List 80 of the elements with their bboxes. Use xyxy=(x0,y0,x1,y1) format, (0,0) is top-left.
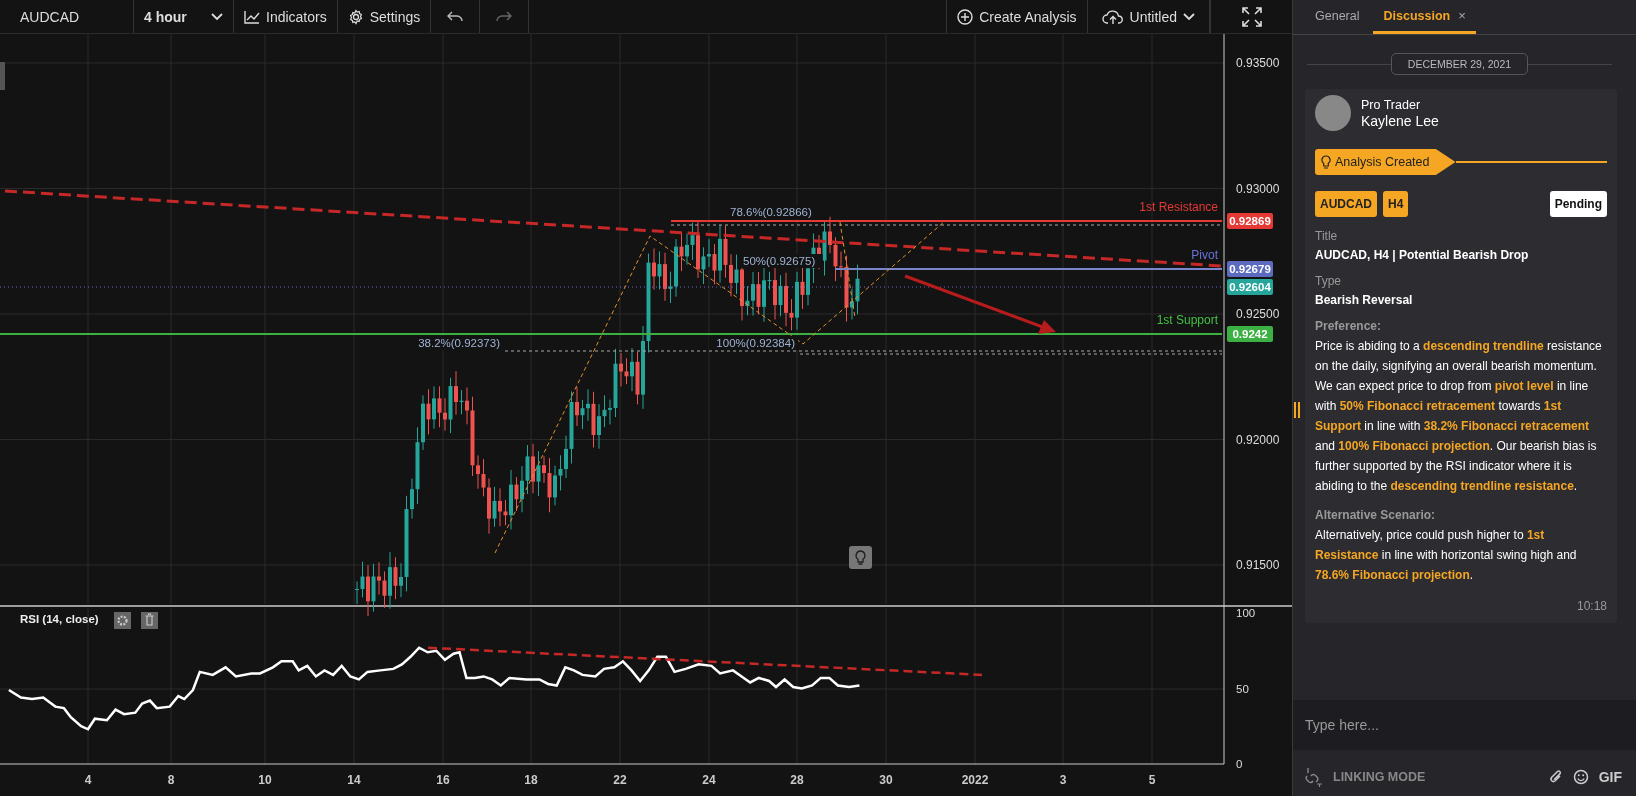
gif-button[interactable]: GIF xyxy=(1598,769,1622,785)
date-axis-label: 4 xyxy=(84,773,92,787)
settings-button[interactable] xyxy=(114,612,131,629)
date-axis-label: 14 xyxy=(347,773,361,787)
symbol-label: AUDCAD xyxy=(0,0,134,33)
date-axis-label: 2022 xyxy=(961,773,989,787)
avatar xyxy=(1315,95,1351,131)
level-label: 1st Resistance xyxy=(1139,200,1218,214)
lightbulb-icon xyxy=(1321,155,1331,169)
tab[interactable]: General xyxy=(1305,0,1370,34)
scroll-handle[interactable] xyxy=(0,62,5,90)
date-axis-label: 10 xyxy=(258,773,272,787)
field-label: Title xyxy=(1315,229,1339,243)
delete-button[interactable] xyxy=(141,612,158,629)
field-value: AUDCAD, H4 | Potential Bearish Drop xyxy=(1315,248,1530,262)
user-name: Kaylene Lee xyxy=(1361,112,1439,129)
price-tag: 0.9242 xyxy=(1227,326,1273,342)
fullscreen-icon xyxy=(1241,6,1262,27)
section-heading: Preference: xyxy=(1315,319,1383,333)
indicator-label: RSI (14, close) xyxy=(20,613,99,625)
price-tag: 0.92679 xyxy=(1227,261,1273,277)
fibonacci-label: 50%(0.92675) xyxy=(743,255,816,267)
rsi-axis-label: 0 xyxy=(1236,758,1243,770)
date-axis-label: 5 xyxy=(1148,773,1156,787)
price-axis-label: 0.93000 xyxy=(1236,181,1280,196)
level-label: Pivot xyxy=(1191,248,1218,262)
line-chart-icon xyxy=(244,9,260,24)
lightbulb-button[interactable] xyxy=(849,546,872,569)
rsi-axis-label: 50 xyxy=(1236,683,1249,695)
date-axis-label: 22 xyxy=(613,773,627,787)
undo-icon xyxy=(447,10,464,23)
price-axis-label: 0.93500 xyxy=(1236,56,1280,70)
date-axis-label: 28 xyxy=(790,773,804,787)
plus-circle-icon xyxy=(957,8,974,25)
date-axis-label: 16 xyxy=(436,773,450,787)
date-axis-label: 18 xyxy=(524,773,538,787)
resize-handle[interactable] xyxy=(1294,402,1300,418)
symbol-tag: AUDCAD xyxy=(1315,191,1377,217)
price-axis-label: 0.92000 xyxy=(1236,432,1280,447)
fibonacci-label: 100%(0.92384) xyxy=(716,337,795,349)
message-time: 10:18 xyxy=(1575,599,1607,613)
date-axis-label: 8 xyxy=(167,773,175,787)
price-axis-label: 0.92500 xyxy=(1236,307,1280,321)
chevron-down-icon xyxy=(1183,12,1195,21)
fibonacci-label: 38.2%(0.92373) xyxy=(418,337,500,349)
user-role: Pro Trader xyxy=(1361,97,1422,112)
message-input[interactable]: Type here... xyxy=(1293,700,1636,750)
date-axis-label: 30 xyxy=(879,773,893,787)
level-label: 1st Support xyxy=(1156,313,1218,327)
chevron-down-icon xyxy=(211,12,223,21)
price-tag: 0.92869 xyxy=(1227,213,1273,229)
cloud-upload-icon xyxy=(1101,8,1124,25)
linking-mode-label[interactable]: LINKING MODE xyxy=(1333,770,1426,784)
paperclip-icon[interactable] xyxy=(1548,769,1563,785)
date-axis-label: 3 xyxy=(1059,773,1067,787)
date-separator: DECEMBER 29, 2021 xyxy=(1390,53,1529,75)
settings-button[interactable]: Settings xyxy=(337,0,432,33)
rsi-axis-label: 100 xyxy=(1236,607,1256,619)
redo-icon xyxy=(496,10,513,23)
tab[interactable]: Discussion × xyxy=(1373,0,1476,34)
fibonacci-label: 78.6%(0.92866) xyxy=(730,206,812,218)
create-analysis-button[interactable]: Create Analysis xyxy=(947,0,1088,33)
section-text: Price is abiding to a descending trendline resistance on the daily, signifying an overall bearish momentum. We can expect price to drop from pivot level in line with 50% Fibonacci retracement towards 1st Support in line with 38.2% Fibonacci retracement and 100% Fibonacci projection. Our bearish bias is further supported by the RSI indicator where it is abiding to the descending trendline resistance. xyxy=(1315,338,1603,495)
close-icon[interactable]: × xyxy=(1458,8,1466,23)
settings-icon xyxy=(347,8,364,25)
indicators-button[interactable]: Indicators xyxy=(234,0,338,33)
link-icon[interactable] xyxy=(1305,767,1323,787)
field-value: Bearish Reversal xyxy=(1315,293,1414,307)
emoji-icon[interactable] xyxy=(1572,769,1589,785)
section-text: Alternatively, price could push higher to 1st Resistance in line with horizontal swing high and 78.6% Fibonacci projection. xyxy=(1315,527,1578,584)
section-heading: Alternative Scenario: xyxy=(1315,508,1437,522)
layout-dropdown[interactable]: Untitled xyxy=(1087,0,1210,33)
date-axis-label: 24 xyxy=(702,773,716,787)
field-label: Type xyxy=(1315,274,1342,288)
event-banner: Analysis Created xyxy=(1315,149,1456,175)
price-axis-label: 0.91500 xyxy=(1236,558,1280,572)
status-badge: Pending xyxy=(1549,191,1607,217)
timeframe-dropdown[interactable]: 4 hour xyxy=(134,0,234,33)
symbol-tag: H4 xyxy=(1383,191,1409,217)
price-tag: 0.92604 xyxy=(1227,279,1273,295)
